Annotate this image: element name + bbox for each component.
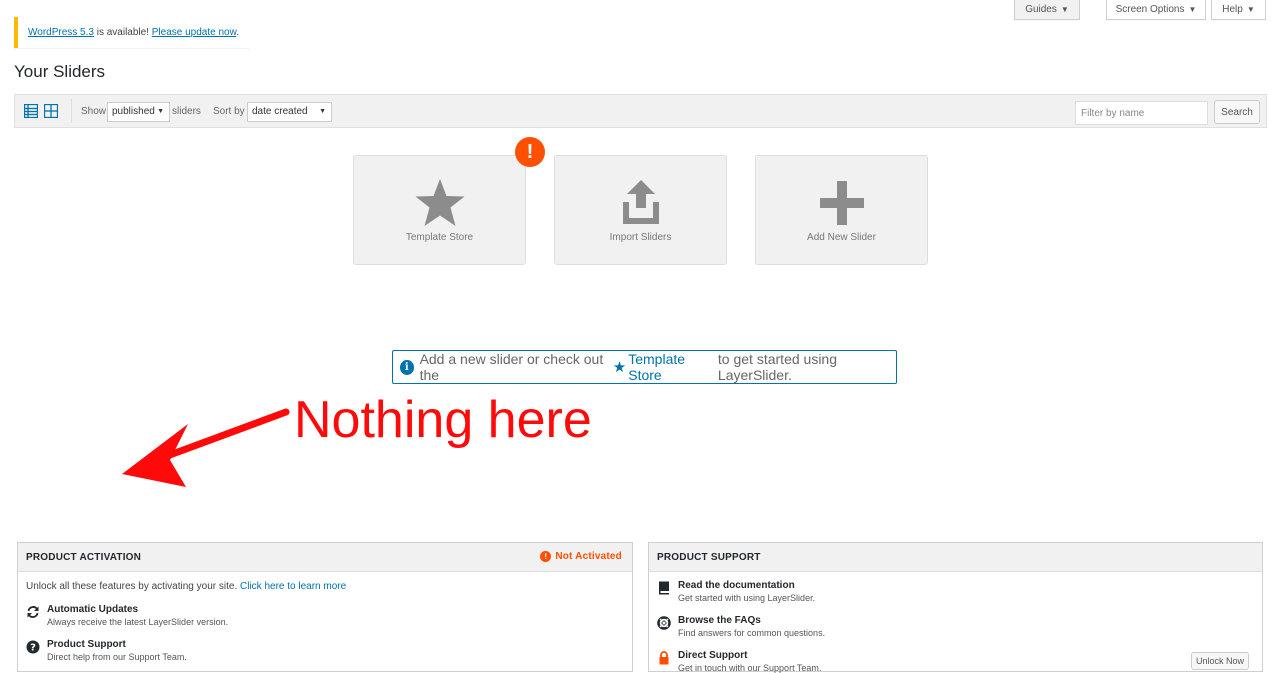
status-select-value: published (112, 106, 155, 117)
caret-down-icon: ▼ (1188, 5, 1197, 14)
template-store-card[interactable]: Template Store (353, 155, 526, 265)
product-activation-title: PRODUCT ACTIVATION (26, 552, 142, 563)
import-sliders-card[interactable]: Import Sliders (554, 155, 727, 265)
notice-text: is available! (93, 27, 152, 38)
notice-before-text: Add a new slider or check out the (419, 351, 604, 383)
upload-icon (622, 180, 659, 224)
wordpress-version-link[interactable]: WordPress 5.3 (28, 27, 94, 38)
add-new-slider-card[interactable]: Add New Slider (755, 155, 928, 265)
help-label: Help (1222, 4, 1243, 15)
sliders-label: sliders (172, 106, 201, 117)
feature-desc: Direct help from our Support Team. (47, 652, 187, 662)
star-icon (415, 179, 464, 226)
add-new-slider-label: Add New Slider (807, 232, 876, 243)
life-ring-icon (657, 616, 671, 630)
nothing-here-annotation: Nothing here (294, 391, 592, 449)
svg-text:?: ? (30, 643, 36, 654)
template-store-link-label: Template Store (628, 351, 686, 383)
sort-select-value: date created (252, 106, 308, 117)
star-icon: ★ (612, 359, 627, 376)
product-activation-header: PRODUCT ACTIVATION ! Not Activated (18, 543, 632, 572)
red-arrow-annotation (122, 408, 290, 487)
warning-icon: ! (540, 551, 552, 562)
support-item-title: Browse the FAQs (678, 615, 761, 626)
status-select[interactable]: published ▼ (107, 102, 170, 122)
lock-icon (659, 651, 669, 665)
caret-down-icon: ▼ (1246, 5, 1255, 14)
help-circle-icon: ? (26, 640, 40, 654)
filter-by-name-input[interactable] (1075, 101, 1208, 125)
grid-view-icon[interactable] (44, 104, 58, 118)
activation-intro: Unlock all these features by activating … (26, 581, 346, 592)
guides-label: Guides (1025, 4, 1057, 15)
notice-end: . (236, 27, 240, 38)
product-support-header: PRODUCT SUPPORT (649, 543, 1262, 572)
caret-down-icon: ▼ (1060, 5, 1069, 14)
sort-by-label: Sort by (213, 106, 245, 117)
screen-options-tab[interactable]: Screen Options ▼ (1106, 0, 1206, 20)
notice-after-text: to get started using LayerSlider. (717, 351, 837, 383)
help-tab[interactable]: Help ▼ (1211, 0, 1266, 20)
support-item-desc: Find answers for common questions. (678, 628, 826, 638)
list-view-icon[interactable] (24, 104, 38, 118)
learn-more-link[interactable]: Click here to learn more (240, 581, 346, 592)
screen-options-label: Screen Options (1115, 4, 1185, 15)
template-store-label: Template Store (405, 232, 474, 243)
product-support-box: PRODUCT SUPPORT Read the documentation G… (648, 542, 1263, 673)
sort-select[interactable]: date created ▼ (247, 102, 332, 122)
plus-icon (819, 181, 864, 225)
filter-divider (71, 99, 72, 123)
show-label: Show (81, 106, 107, 117)
update-now-link[interactable]: Please update now (152, 27, 237, 38)
support-item-title: Read the documentation (678, 580, 795, 591)
select-caret-icon: ▼ (157, 108, 164, 115)
alert-badge: ! (515, 137, 545, 167)
book-icon (659, 581, 669, 595)
not-activated-label: Not Activated (555, 551, 622, 562)
search-button[interactable]: Search (1214, 100, 1260, 124)
template-store-link[interactable]: ★ Template Store (613, 351, 712, 383)
update-notice: WordPress 5.3 is available! Please updat… (14, 17, 250, 48)
import-sliders-label: Import Sliders (609, 232, 672, 243)
support-item-desc: Get in touch with our Support Team. (678, 663, 822, 673)
product-support-title: PRODUCT SUPPORT (657, 552, 761, 563)
info-icon: i (400, 359, 414, 375)
activation-intro-text: Unlock all these features by activating … (26, 581, 238, 592)
feature-title: Automatic Updates (47, 604, 139, 615)
support-item-title: Direct Support (678, 650, 748, 661)
feature-title: Product Support (47, 639, 126, 650)
unlock-now-button[interactable]: Unlock Now (1191, 652, 1249, 670)
product-activation-box: PRODUCT ACTIVATION ! Not Activated Unloc… (17, 542, 633, 672)
feature-desc: Always receive the latest LayerSlider ve… (47, 617, 229, 627)
not-activated-status: ! Not Activated (540, 551, 622, 562)
select-caret-icon: ▼ (319, 108, 326, 115)
filter-bar: Show published ▼ sliders Sort by date cr… (14, 94, 1267, 128)
page-title: Your Sliders (14, 62, 106, 81)
support-item-desc: Get started with using LayerSlider. (678, 593, 816, 603)
guides-tab[interactable]: Guides ▼ (1014, 0, 1080, 20)
sync-icon (27, 606, 39, 618)
get-started-notice: i Add a new slider or check out the ★ Te… (392, 350, 897, 384)
